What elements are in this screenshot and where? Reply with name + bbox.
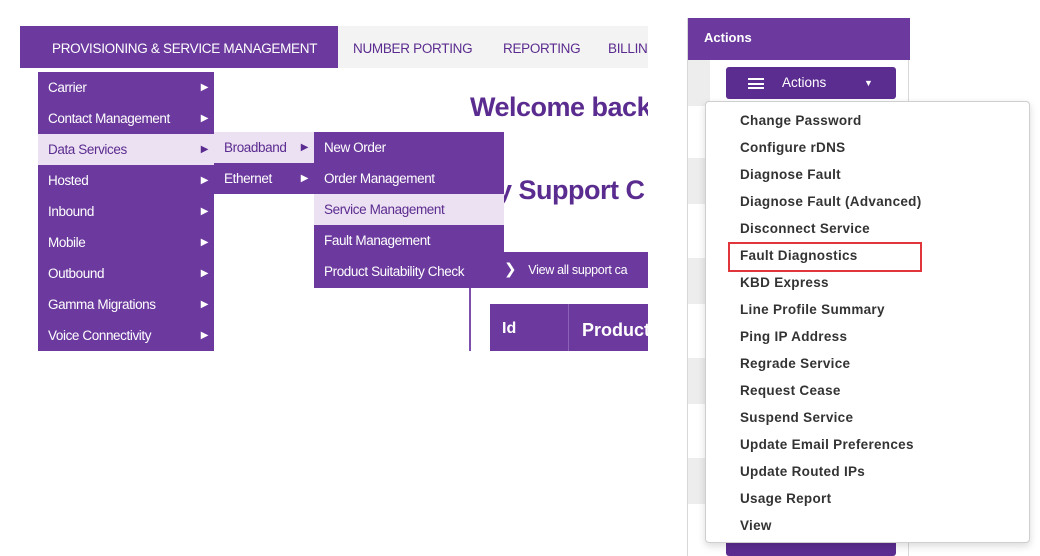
caret-right-icon: ▶: [300, 173, 309, 184]
option-suspend-service[interactable]: Suspend Service: [740, 410, 853, 425]
caret-down-icon: ▼: [864, 78, 873, 88]
caret-right-icon: ▶: [200, 268, 209, 279]
option-regrade-service[interactable]: Regrade Service: [740, 356, 850, 371]
welcome-heading: Welcome back: [470, 92, 648, 122]
caret-right-icon: ▶: [300, 142, 309, 153]
actions-dropdown-button[interactable]: Actions ▼: [726, 67, 896, 99]
menu-level-2: Broadband ▶ Ethernet ▶: [214, 132, 314, 194]
annotation-highlight-box: [728, 242, 922, 272]
option-request-cease[interactable]: Request Cease: [740, 383, 841, 398]
option-usage-report[interactable]: Usage Report: [740, 491, 831, 506]
tab-number-porting[interactable]: NUMBER PORTING: [340, 26, 485, 68]
tab-billing[interactable]: BILLIN: [595, 26, 648, 68]
option-view[interactable]: View: [740, 518, 772, 533]
caret-right-icon: ▶: [200, 113, 209, 124]
caret-right-icon: ▶: [200, 175, 209, 186]
menu-icon: [748, 78, 764, 89]
menu-item-data-services[interactable]: Data Services ▶: [38, 134, 214, 165]
menu-item-label: Gamma Migrations: [48, 297, 156, 312]
menu-item-label: Ethernet: [224, 171, 272, 186]
menu-item-label: Carrier: [48, 80, 87, 95]
caret-right-icon: ▶: [200, 206, 209, 217]
menu-item-fault-management[interactable]: Fault Management: [314, 225, 504, 256]
actions-dropdown-menu: Change Password Configure rDNS Diagnose …: [705, 101, 1030, 543]
caret-right-icon: ▶: [200, 299, 209, 310]
menu-item-contact-management[interactable]: Contact Management ▶: [38, 103, 214, 134]
menu-item-new-order[interactable]: New Order: [314, 132, 504, 163]
portal-screenshot: PROVISIONING & SERVICE MANAGEMENT NUMBER…: [20, 26, 648, 351]
nav-edge: [20, 26, 38, 68]
option-configure-rdns[interactable]: Configure rDNS: [740, 140, 845, 155]
menu-item-label: Hosted: [48, 173, 89, 188]
view-all-support-link[interactable]: ❯ View all support ca: [494, 252, 648, 288]
menu-item-broadband[interactable]: Broadband ▶: [214, 132, 314, 163]
column-header-product: Product: [582, 320, 648, 340]
menu-item-label: Data Services: [48, 142, 127, 157]
option-kbd-express[interactable]: KBD Express: [740, 275, 829, 290]
caret-right-icon: ▶: [200, 144, 209, 155]
menu-item-carrier[interactable]: Carrier ▶: [38, 72, 214, 103]
caret-right-icon: ▶: [200, 330, 209, 341]
menu-item-label: Voice Connectivity: [48, 328, 152, 343]
support-heading: ly Support C: [490, 175, 645, 205]
tab-reporting[interactable]: REPORTING: [490, 26, 593, 68]
option-ping-ip-address[interactable]: Ping IP Address: [740, 329, 847, 344]
menu-item-label: Inbound: [48, 204, 94, 219]
option-diagnose-fault[interactable]: Diagnose Fault: [740, 167, 841, 182]
menu-item-outbound[interactable]: Outbound ▶: [38, 258, 214, 289]
top-navigation: PROVISIONING & SERVICE MANAGEMENT NUMBER…: [20, 26, 648, 68]
menu-item-inbound[interactable]: Inbound ▶: [38, 196, 214, 227]
menu-item-label: Outbound: [48, 266, 105, 281]
menu-item-voice-connectivity[interactable]: Voice Connectivity ▶: [38, 320, 214, 351]
menu-item-order-management[interactable]: Order Management: [314, 163, 504, 194]
option-disconnect-service[interactable]: Disconnect Service: [740, 221, 870, 236]
option-update-routed-ips[interactable]: Update Routed IPs: [740, 464, 865, 479]
menu-item-label: Mobile: [48, 235, 86, 250]
menu-level-3: New Order Order Management Service Manag…: [314, 132, 504, 288]
column-divider: [568, 304, 569, 351]
option-line-profile-summary[interactable]: Line Profile Summary: [740, 302, 885, 317]
menu-item-mobile[interactable]: Mobile ▶: [38, 227, 214, 258]
menu-level-1: Carrier ▶ Contact Management ▶ Data Servic…: [38, 72, 214, 351]
menu-item-service-management[interactable]: Service Management: [314, 194, 504, 225]
chevron-right-icon: ❯: [504, 261, 517, 278]
option-change-password[interactable]: Change Password: [740, 113, 862, 128]
actions-button-label: Actions: [782, 75, 827, 90]
row-strip: [688, 60, 710, 106]
table-header: Id Product: [490, 304, 648, 351]
menu-item-label: Broadband: [224, 140, 287, 155]
column-header-id: Id: [502, 320, 517, 337]
menu-item-gamma-migrations[interactable]: Gamma Migrations ▶: [38, 289, 214, 320]
caret-right-icon: ▶: [200, 82, 209, 93]
menu-item-label: Contact Management: [48, 111, 170, 126]
view-all-label: View all support ca: [528, 263, 628, 277]
menu-item-ethernet[interactable]: Ethernet ▶: [214, 163, 314, 194]
option-diagnose-fault-advanced[interactable]: Diagnose Fault (Advanced): [740, 194, 922, 209]
tab-provisioning[interactable]: PROVISIONING & SERVICE MANAGEMENT: [38, 26, 338, 68]
menu-item-hosted[interactable]: Hosted ▶: [38, 165, 214, 196]
caret-right-icon: ▶: [200, 237, 209, 248]
menu-item-product-suitability-check[interactable]: Product Suitability Check: [314, 256, 504, 287]
actions-column-header: Actions: [688, 18, 910, 60]
option-update-email-preferences[interactable]: Update Email Preferences: [740, 437, 914, 452]
